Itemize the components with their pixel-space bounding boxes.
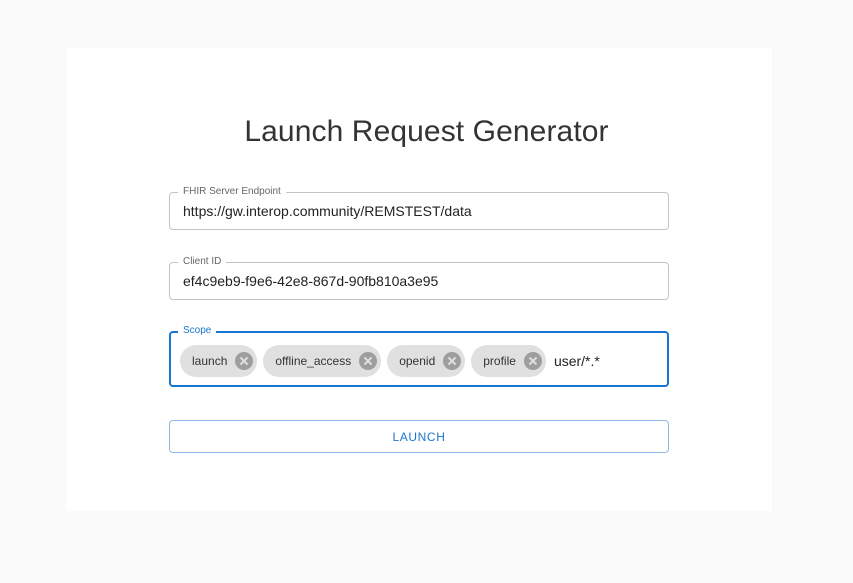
cancel-circle-icon[interactable] [235,352,254,370]
scope-input[interactable] [551,353,644,369]
chip-label: profile [483,354,516,368]
scope-chip-profile[interactable]: profile [471,345,546,377]
launch-button[interactable]: LAUNCH [169,420,669,453]
chip-label: openid [399,354,436,368]
scope-chip-launch[interactable]: launch [180,345,258,377]
chip-label: launch [192,354,228,368]
chip-label: offline_access [275,354,352,368]
scope-label: Scope [178,324,217,338]
fhir-endpoint-input[interactable] [170,193,668,229]
scope-chip-openid[interactable]: openid [387,345,466,377]
scope-chip-list: launch offline_access openid profile [180,345,644,377]
fhir-endpoint-field[interactable]: FHIR Server Endpoint [169,185,669,230]
client-id-input[interactable] [170,263,668,299]
cancel-circle-icon[interactable] [443,352,462,370]
page-title: Launch Request Generator [244,115,609,148]
scope-chip-offline-access[interactable]: offline_access [263,345,382,377]
cancel-circle-icon[interactable] [523,352,542,370]
scope-field[interactable]: Scope launch offline_access openid profi… [169,324,669,387]
client-id-field[interactable]: Client ID [169,255,669,300]
cancel-circle-icon[interactable] [359,352,378,370]
